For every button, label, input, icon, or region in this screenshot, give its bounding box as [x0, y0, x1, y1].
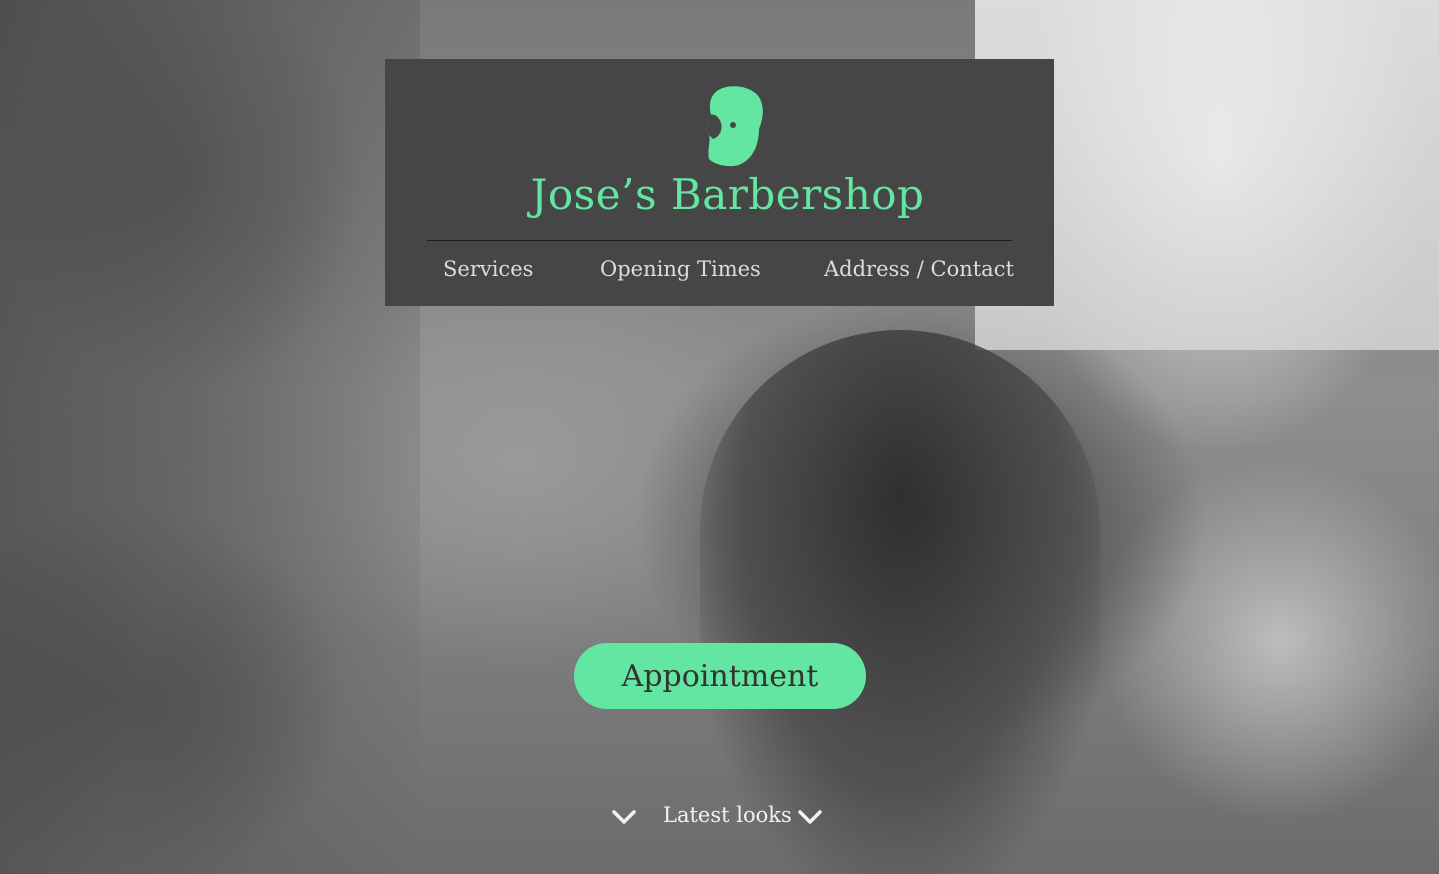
- header-divider: [427, 240, 1012, 241]
- background-client-figure: [700, 330, 1100, 874]
- latest-looks-link[interactable]: Latest looks: [608, 800, 828, 834]
- nav-services[interactable]: Services: [443, 257, 533, 281]
- nav-address-contact[interactable]: Address / Contact: [824, 257, 1014, 281]
- background-barber-figure: [0, 0, 420, 874]
- nav-opening-times[interactable]: Opening Times: [600, 257, 761, 281]
- bearded-man-head-icon: [705, 86, 763, 167]
- brand-title[interactable]: Jose’s Barbershop: [385, 170, 1070, 219]
- chevron-down-icon: [612, 810, 636, 824]
- latest-looks-label: Latest looks: [663, 803, 792, 827]
- chevron-down-icon: [798, 810, 822, 824]
- appointment-button[interactable]: Appointment: [574, 643, 866, 709]
